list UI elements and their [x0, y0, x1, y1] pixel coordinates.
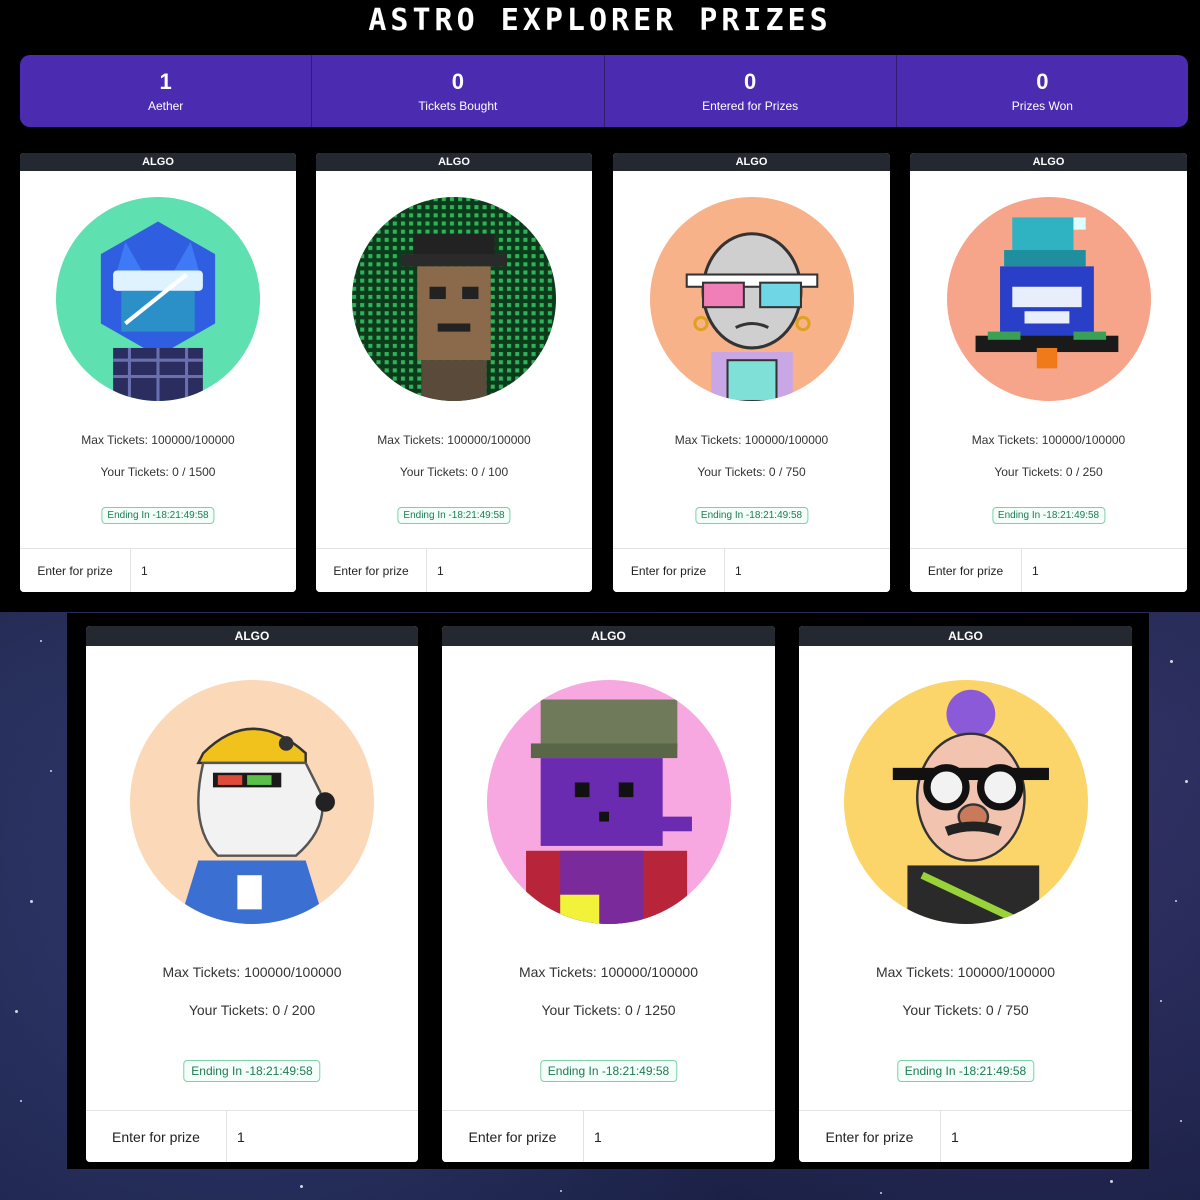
your-tickets: Your Tickets: 0 / 250: [994, 465, 1103, 479]
star: [1170, 660, 1173, 663]
card-header: ALGO: [20, 153, 296, 171]
blue-fox-astronaut-avatar: [56, 197, 260, 401]
card-header: ALGO: [316, 153, 592, 171]
max-tickets: Max Tickets: 100000/100000: [377, 433, 531, 447]
max-tickets: Max Tickets: 100000/100000: [162, 964, 342, 980]
ending-badge: Ending In -18:21:49:58: [694, 507, 809, 524]
max-tickets: Max Tickets: 100000/100000: [875, 964, 1055, 980]
stat-label: Entered for Prizes: [702, 99, 799, 113]
your-tickets: Your Tickets: 0 / 1250: [541, 1002, 676, 1018]
card-header: ALGO: [442, 626, 775, 646]
enter-row: Enter for prize: [316, 548, 592, 592]
stat-value: 0: [744, 69, 757, 94]
star: [1185, 780, 1188, 783]
stat-value: 1: [159, 69, 172, 94]
star: [40, 640, 42, 642]
prize-card: ALGO Max Tickets: 100000/100000 Your Tic…: [86, 626, 418, 1162]
max-tickets: Max Tickets: 100000/100000: [518, 964, 698, 980]
ending-badge: Ending In -18:21:49:58: [991, 507, 1106, 524]
enter-row: Enter for prize: [20, 548, 296, 592]
stat-aether: 1 Aether: [20, 55, 313, 127]
your-tickets: Your Tickets: 0 / 1500: [100, 465, 216, 479]
prize-card: ALGO Max Tickets: 100000/100000 Your Tic…: [20, 153, 296, 592]
your-tickets: Your Tickets: 0 / 200: [188, 1002, 316, 1018]
star: [1110, 1180, 1113, 1183]
star: [880, 1192, 882, 1194]
star: [50, 770, 52, 772]
star: [1160, 1000, 1162, 1002]
ending-badge: Ending In -18:21:49:58: [896, 1060, 1035, 1082]
star: [300, 1185, 303, 1188]
max-tickets: Max Tickets: 100000/100000: [81, 433, 235, 447]
star: [1180, 1120, 1182, 1122]
miner-dog-avatar: [130, 680, 374, 924]
your-tickets: Your Tickets: 0 / 750: [902, 1002, 1029, 1018]
enter-for-prize-button[interactable]: Enter for prize: [442, 1111, 584, 1162]
stat-value: 0: [1036, 69, 1049, 94]
bald-3d-glasses-avatar: [649, 197, 854, 401]
prize-card: ALGO Max Tickets: 100000/100000 Your Tic…: [442, 626, 775, 1162]
stat-tickets-bought: 0 Tickets Bought: [312, 55, 605, 127]
enter-row: Enter for prize: [910, 548, 1187, 592]
enter-for-prize-button[interactable]: Enter for prize: [799, 1111, 941, 1162]
prize-card: ALGO Max Tickets: 100000/100000 Your Tic…: [910, 153, 1187, 592]
ticket-quantity-input[interactable]: [131, 549, 296, 592]
card-header: ALGO: [910, 153, 1187, 171]
ending-badge: Ending In -18:21:49:58: [539, 1060, 678, 1082]
enter-for-prize-button[interactable]: Enter for prize: [20, 549, 131, 592]
enter-row: Enter for prize: [442, 1110, 775, 1162]
ticket-quantity-input[interactable]: [227, 1111, 418, 1162]
card-header: ALGO: [613, 153, 890, 171]
stats-bar: 1 Aether 0 Tickets Bought 0 Entered for …: [20, 55, 1188, 127]
stat-prizes-won: 0 Prizes Won: [897, 55, 1188, 127]
purple-pixel-alien-avatar: [486, 680, 731, 924]
star: [560, 1190, 562, 1192]
prize-card: ALGO Max Tickets: 100000/100000 Your Tic…: [799, 626, 1132, 1162]
max-tickets: Max Tickets: 100000/100000: [971, 433, 1126, 447]
matrix-pixel-portrait-avatar: [352, 197, 556, 401]
ending-badge: Ending In -18:21:49:58: [397, 507, 511, 524]
prize-card: ALGO Max Tickets: 100000/100000 Your Tic…: [316, 153, 592, 592]
star: [15, 1010, 18, 1013]
card-header: ALGO: [799, 626, 1132, 646]
your-tickets: Your Tickets: 0 / 750: [697, 465, 806, 479]
enter-row: Enter for prize: [799, 1110, 1132, 1162]
enter-for-prize-button[interactable]: Enter for prize: [86, 1111, 227, 1162]
enter-row: Enter for prize: [86, 1110, 418, 1162]
ticket-quantity-input[interactable]: [941, 1111, 1132, 1162]
card-header: ALGO: [86, 626, 418, 646]
ticket-quantity-input[interactable]: [584, 1111, 775, 1162]
page-title: ASTRO EXPLORER PRIZES: [368, 3, 832, 38]
ending-badge: Ending In -18:21:49:58: [101, 507, 215, 524]
enter-row: Enter for prize: [613, 548, 890, 592]
prize-card: ALGO Max Tickets: 100000/100000 Your Tic…: [613, 153, 890, 592]
stat-value: 0: [451, 69, 464, 94]
ending-badge: Ending In -18:21:49:58: [183, 1060, 321, 1082]
your-tickets: Your Tickets: 0 / 100: [399, 465, 509, 479]
star: [30, 900, 33, 903]
star: [1175, 900, 1177, 902]
disguise-glasses-avatar: [843, 680, 1088, 924]
ticket-quantity-input[interactable]: [427, 549, 592, 592]
max-tickets: Max Tickets: 100000/100000: [674, 433, 829, 447]
enter-for-prize-button[interactable]: Enter for prize: [613, 549, 725, 592]
enter-for-prize-button[interactable]: Enter for prize: [910, 549, 1022, 592]
stat-label: Tickets Bought: [418, 99, 498, 113]
stat-label: Prizes Won: [1011, 99, 1073, 113]
ticket-quantity-input[interactable]: [1022, 549, 1187, 592]
enter-for-prize-button[interactable]: Enter for prize: [316, 549, 427, 592]
star: [20, 1100, 22, 1102]
stat-entered-for-prizes: 0 Entered for Prizes: [605, 55, 897, 127]
ticket-quantity-input[interactable]: [725, 549, 890, 592]
pixel-beanie-creature-avatar: [946, 197, 1151, 401]
stat-label: Aether: [147, 99, 184, 113]
